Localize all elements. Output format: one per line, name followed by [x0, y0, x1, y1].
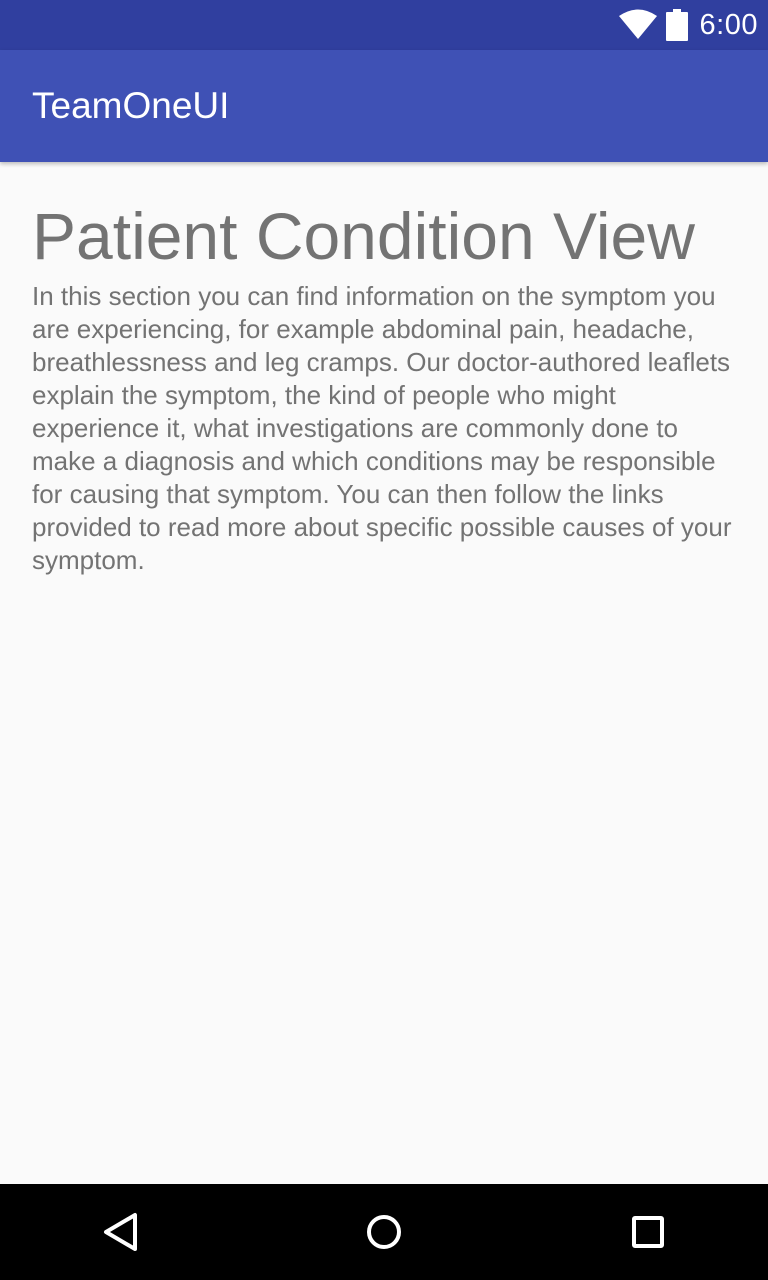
app-title: TeamOneUI — [32, 85, 230, 126]
status-bar: 6:00 — [0, 0, 768, 50]
wifi-icon — [618, 9, 657, 39]
page-title: Patient Condition View — [32, 199, 695, 273]
main-content: Patient Condition View In this section y… — [32, 162, 744, 577]
battery-icon — [665, 9, 688, 41]
page-description: In this section you can find information… — [32, 281, 732, 575]
status-clock: 6:00 — [699, 9, 758, 41]
status-icons: 6:00 — [618, 0, 758, 50]
recents-icon[interactable] — [624, 1208, 672, 1256]
app-bar: TeamOneUI — [0, 50, 768, 162]
home-icon[interactable] — [360, 1208, 408, 1256]
back-icon[interactable] — [96, 1208, 144, 1256]
navigation-bar — [0, 1184, 768, 1280]
